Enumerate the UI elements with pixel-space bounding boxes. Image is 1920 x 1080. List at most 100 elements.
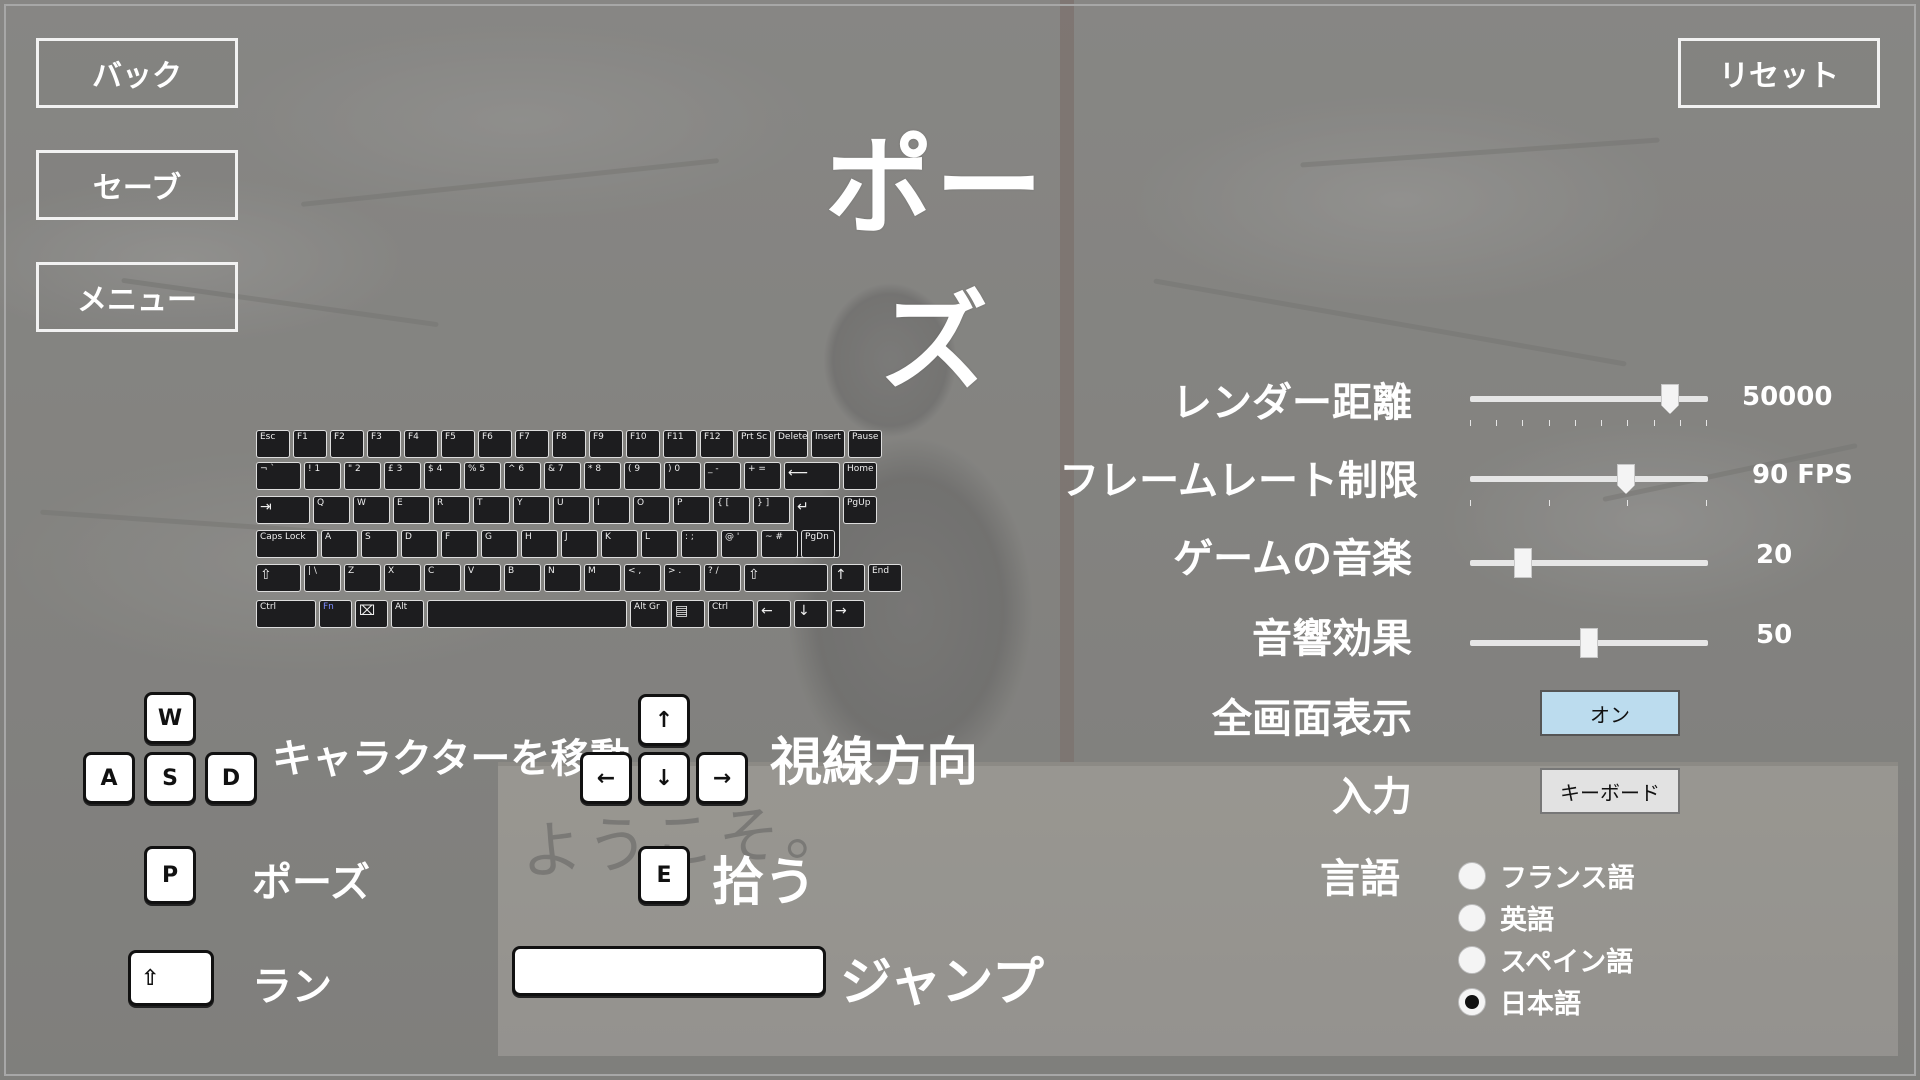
keyboard-key: X [384,564,421,592]
keyboard-key: ? / [704,564,741,592]
keyboard-key: ⇧ [256,564,301,592]
radio-dot [1465,994,1479,1009]
keyboard-key: N [544,564,581,592]
keyboard-key: E [393,496,430,524]
radio-empty-icon[interactable] [1458,945,1486,974]
keyboard-key: F3 [367,430,401,458]
language-option[interactable]: 英語 [1458,898,1554,937]
keyboard-key: C [424,564,461,592]
slider-thumb[interactable] [1661,384,1679,414]
reset-button[interactable]: リセット [1678,38,1880,108]
render-distance-slider[interactable] [1470,384,1708,426]
space-bar-key [512,946,826,996]
radio-empty-icon[interactable] [1458,903,1486,932]
slider-tick [1627,420,1628,426]
keyboard-key: $ 4 [424,462,461,490]
input-device-button[interactable]: キーボード [1540,768,1680,814]
slider-thumb[interactable] [1580,628,1598,658]
radio-selected-icon[interactable] [1458,987,1486,1016]
move-character-label: キャラクターを移動 [272,736,631,782]
language-option-label: フランス語 [1500,863,1635,894]
keyboard-key: J [561,530,598,558]
keyboard-key: A [321,530,358,558]
keyboard-key: } ] [753,496,790,524]
key-a: A [83,752,135,804]
language-option[interactable]: 日本語 [1458,982,1581,1021]
menu-button[interactable]: メニュー [36,262,238,332]
pick-up-label: 拾う [712,853,817,913]
keyboard-key: ← [757,600,791,628]
keyboard-key: M [584,564,621,592]
keyboard-key: @ ' [721,530,758,558]
keyboard-key: | \ [304,564,341,592]
keyboard-key: PgDn [801,530,835,558]
keyboard-key: H [521,530,558,558]
keyboard-key: F4 [404,430,438,458]
key-p: P [144,846,196,904]
slider-tick [1470,500,1471,506]
keyboard-row: Esc F1 F2 F3 F4 F5 F6 F7 F8 F9 F10 F11 F12 Prt Sc Dele… [256,430,882,458]
slider-tick [1470,420,1471,426]
key-s: S [144,752,196,804]
keyboard-key: Alt [391,600,424,628]
game-music-label: ゲームの音楽 [1173,536,1412,582]
look-direction-label: 視線方向 [770,733,979,793]
page-title: ポーズ [824,125,1045,406]
slider-tick [1549,500,1550,506]
keyboard-row: Caps Lock A S D F G H J K L: ; @ ' ~ # PgDn [256,530,835,558]
slider-tick [1654,420,1655,426]
slider-tick [1706,420,1707,426]
slider-thumb[interactable] [1514,548,1532,578]
sound-effects-slider[interactable] [1470,628,1708,658]
back-button[interactable]: バック [36,38,238,108]
slider-track [1470,560,1708,566]
sound-effects-label: 音響効果 [1252,616,1412,662]
language-label: 言語 [1320,856,1400,902]
keyboard-key: : ; [681,530,718,558]
keyboard-key: " 2 [344,462,381,490]
radio-empty-icon[interactable] [1458,861,1486,890]
keyboard-key: Ctrl [708,600,754,628]
keyboard-key: I [593,496,630,524]
keyboard-key: F [441,530,478,558]
game-music-slider[interactable] [1470,548,1708,578]
language-option-label: 日本語 [1500,989,1581,1020]
language-option[interactable]: スペイン語 [1458,940,1633,979]
keyboard-key: ⇧ [744,564,828,592]
input-label: 入力 [1332,774,1412,820]
keyboard-key: ! 1 [304,462,341,490]
frame-rate-limit-label: フレームレート制限 [1059,458,1418,504]
arrow-right-key: → [696,752,748,804]
keyboard-key: * 8 [584,462,621,490]
frame-rate-limit-slider[interactable] [1470,464,1708,506]
frame-rate-limit-value: 90 FPS [1752,460,1853,490]
slider-tick [1601,420,1602,426]
slider-tick [1680,420,1681,426]
render-distance-label: レンダー距離 [1172,380,1412,426]
fullscreen-toggle-button[interactable]: オン [1540,690,1680,736]
keyboard-key: PgUp [843,496,877,524]
keyboard-key: W [353,496,390,524]
keyboard-key: ↓ [794,600,828,628]
slider-tick [1496,420,1497,426]
save-button[interactable]: セーブ [36,150,238,220]
keyboard-key: Prt Sc [737,430,771,458]
keyboard-key: Pause Break [848,430,882,458]
keyboard-key: D [401,530,438,558]
keyboard-key: > . [664,564,701,592]
keyboard-diagram: Esc F1 F2 F3 F4 F5 F6 F7 F8 F9 F10 F11 F12 Prt Sc Dele… [256,428,902,648]
keyboard-key: L [641,530,678,558]
keyboard-key: O [633,496,670,524]
keyboard-row: ¬ `! 1 " 2 £ 3 $ 4% 5 ^ 6 & 7 * 8( 9) 0 _ - + = ⟵… [256,462,877,490]
keyboard-key: < , [624,564,661,592]
keyboard-key: { [ [713,496,750,524]
keyboard-key: Ctrl [256,600,316,628]
language-option[interactable]: フランス語 [1458,856,1634,895]
keyboard-key: V [464,564,501,592]
keyboard-key: K [601,530,638,558]
keyboard-key: R [433,496,470,524]
slider-thumb[interactable] [1617,464,1635,494]
slider-track [1470,476,1708,482]
keyboard-key: F10 [626,430,660,458]
arrow-left-key: ← [580,752,632,804]
